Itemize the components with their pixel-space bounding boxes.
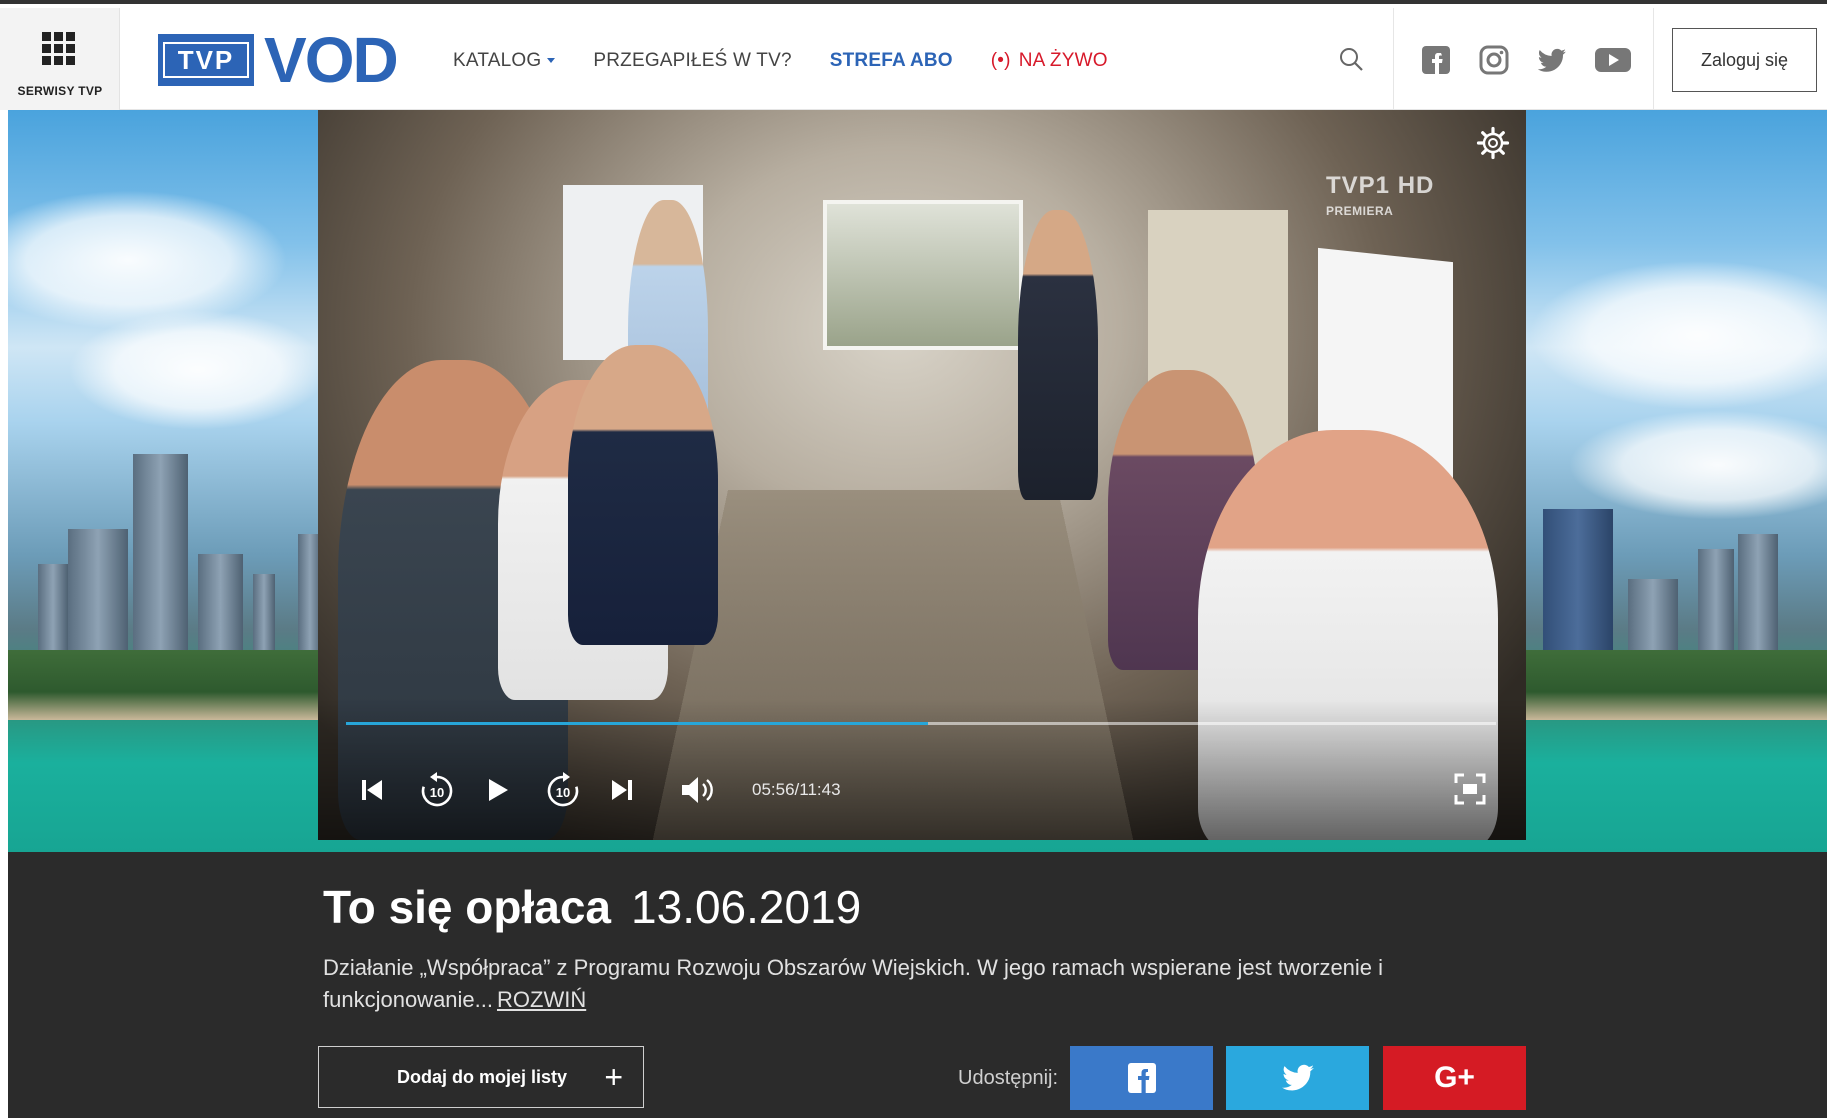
forward-10-icon: 10 <box>547 772 579 807</box>
skip-next-button[interactable] <box>610 770 634 810</box>
program-info-panel: To się opłaca 13.06.2019 Działanie „Wspó… <box>8 852 1827 1118</box>
add-to-list-button[interactable]: Dodaj do mojej listy + <box>318 1046 644 1108</box>
video-scene-person <box>1018 210 1098 500</box>
services-menu-label: SERWISY TVP <box>17 84 103 98</box>
fullscreen-button[interactable] <box>1453 772 1487 811</box>
background-cloud <box>68 310 328 430</box>
play-button[interactable] <box>486 770 510 810</box>
channel-watermark: TVP1 HD PREMIERA <box>1326 172 1434 218</box>
youtube-icon[interactable] <box>1594 44 1632 76</box>
share-twitter-button[interactable] <box>1226 1046 1369 1110</box>
tvp-logo-text: TVP <box>163 42 249 78</box>
progress-bar[interactable] <box>346 722 1496 725</box>
plus-icon: + <box>604 1059 623 1095</box>
background-cloud <box>1528 260 1827 410</box>
header-divider <box>1393 8 1394 110</box>
video-scene-projection <box>823 200 1023 350</box>
svg-text:10: 10 <box>430 785 444 800</box>
nav-przegapiles[interactable]: PRZEGAPIŁEŚ W TV? <box>593 50 791 72</box>
playback-time: 05:56/11:43 <box>752 780 841 799</box>
nav-na-zywo[interactable]: (•) NA ŻYWO <box>991 50 1108 72</box>
program-date: 13.06.2019 <box>631 881 862 933</box>
program-title: To się opłaca <box>323 881 612 933</box>
skip-back-icon <box>362 780 382 800</box>
program-description: Działanie „Współpraca” z Programu Rozwoj… <box>323 952 1523 1016</box>
header-divider <box>1653 8 1654 110</box>
background-cloud <box>1568 410 1827 520</box>
main-nav: KATALOG PRZEGAPIŁEŚ W TV? STREFA ABO (•)… <box>453 46 1146 76</box>
volume-button[interactable] <box>680 770 716 810</box>
settings-icon[interactable] <box>1476 126 1510 160</box>
video-player[interactable]: TVP1 HD PREMIERA 10 10 05:56/11:43 <box>318 110 1526 840</box>
twitter-icon[interactable] <box>1536 44 1568 76</box>
tvp-logo-box: TVP <box>158 34 254 86</box>
top-navigation-bar: SERWISY TVP TVP VOD KATALOG PRZEGAPIŁEŚ … <box>0 0 1827 110</box>
login-button[interactable]: Zaloguj się <box>1672 28 1817 92</box>
video-scene-person <box>568 345 718 645</box>
tvp-vod-logo[interactable]: TVP VOD <box>158 24 399 96</box>
rewind-10-button[interactable]: 10 <box>418 770 456 810</box>
program-description-text: Działanie „Współpraca” z Programu Rozwoj… <box>323 955 1384 1012</box>
twitter-icon <box>1281 1064 1314 1091</box>
grid-menu-icon <box>42 32 76 66</box>
instagram-icon[interactable] <box>1478 44 1510 76</box>
expand-description-link[interactable]: ROZWIŃ <box>497 987 586 1012</box>
fullscreen-icon <box>1454 773 1486 805</box>
nav-strefa-abo[interactable]: STREFA ABO <box>830 50 953 72</box>
search-icon[interactable] <box>1338 46 1364 72</box>
googleplus-icon: G+ <box>1434 1061 1475 1094</box>
forward-10-button[interactable]: 10 <box>544 770 582 810</box>
share-googleplus-button[interactable]: G+ <box>1383 1046 1526 1110</box>
nav-katalog[interactable]: KATALOG <box>453 50 555 72</box>
vod-logo-text: VOD <box>264 24 399 96</box>
svg-text:10: 10 <box>556 785 570 800</box>
facebook-icon[interactable] <box>1420 44 1452 76</box>
volume-icon <box>682 777 713 803</box>
services-menu-button[interactable]: SERWISY TVP <box>0 8 120 110</box>
skip-back-button[interactable] <box>360 770 384 810</box>
play-icon <box>489 779 508 801</box>
background-cloud <box>8 190 288 330</box>
nav-na-zywo-label: NA ŻYWO <box>1018 50 1108 71</box>
rewind-10-icon: 10 <box>421 772 453 807</box>
social-links <box>1420 44 1632 76</box>
skip-next-icon <box>612 780 632 800</box>
share-label: Udostępnij: <box>958 1067 1059 1089</box>
progress-bar-fill <box>346 722 928 725</box>
live-broadcast-icon: (•) <box>990 50 1011 71</box>
share-facebook-button[interactable] <box>1070 1046 1213 1110</box>
add-to-list-label: Dodaj do mojej listy <box>397 1066 568 1087</box>
program-title-row: To się opłaca 13.06.2019 <box>323 880 861 934</box>
premiere-tag: PREMIERA <box>1326 204 1394 218</box>
channel-logo-text: TVP1 HD <box>1326 172 1435 199</box>
facebook-icon <box>1127 1063 1156 1093</box>
